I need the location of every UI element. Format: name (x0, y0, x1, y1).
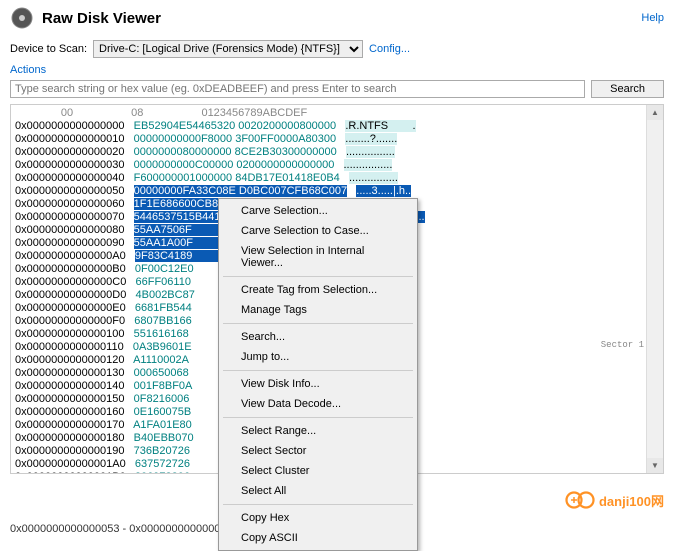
config-link[interactable]: Config... (369, 43, 410, 55)
sector-label: Sector 1 (601, 340, 644, 350)
menu-item[interactable]: Carve Selection to Case... (221, 221, 415, 241)
watermark: danji100网 (565, 485, 664, 515)
menu-item[interactable]: View Selection in Internal Viewer... (221, 241, 415, 273)
menu-item[interactable]: Manage Tags (221, 300, 415, 320)
menu-item[interactable]: Select Cluster (221, 461, 415, 481)
menu-item[interactable]: Select All (221, 481, 415, 501)
menu-item[interactable]: View Data Decode... (221, 394, 415, 414)
menu-item[interactable]: Copy ASCII (221, 528, 415, 548)
app-icon (10, 6, 34, 30)
menu-item[interactable]: Select Range... (221, 421, 415, 441)
context-menu: Carve Selection...Carve Selection to Cas… (218, 198, 418, 551)
vertical-scrollbar[interactable] (646, 105, 663, 473)
drive-select[interactable]: Drive-C: [Logical Drive (Forensics Mode)… (93, 40, 363, 58)
menu-item[interactable]: View Disk Info... (221, 374, 415, 394)
search-button[interactable]: Search (591, 80, 664, 98)
menu-item[interactable]: Search... (221, 327, 415, 347)
menu-item[interactable]: Jump to... (221, 347, 415, 367)
help-link[interactable]: Help (641, 12, 664, 24)
actions-label: Actions (0, 62, 674, 78)
menu-item[interactable]: Create Tag from Selection... (221, 280, 415, 300)
app-title: Raw Disk Viewer (42, 10, 641, 27)
menu-item[interactable]: Carve Selection... (221, 201, 415, 221)
menu-item[interactable]: Copy Hex (221, 508, 415, 528)
search-input[interactable] (10, 80, 585, 98)
scan-label: Device to Scan: (10, 43, 87, 55)
menu-item[interactable]: Select Sector (221, 441, 415, 461)
